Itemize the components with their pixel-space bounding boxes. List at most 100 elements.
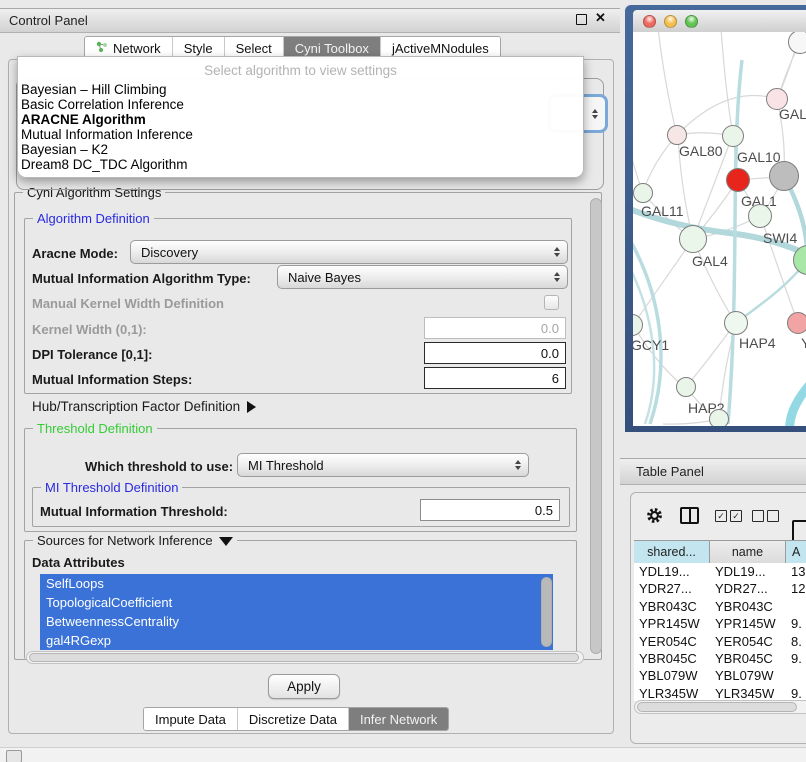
minimize-window-icon[interactable] xyxy=(664,15,677,28)
network-node[interactable] xyxy=(679,225,707,253)
algorithm-dropdown-prompt: Select algorithm to view settings xyxy=(18,57,583,78)
network-node[interactable] xyxy=(787,312,806,334)
network-node[interactable] xyxy=(709,409,729,426)
new-table-icon[interactable] xyxy=(792,520,806,542)
hub-transcription-factor-section[interactable]: Hub/Transcription Factor Definition xyxy=(32,399,256,414)
network-node[interactable] xyxy=(726,168,750,192)
mi-steps-label: Mutual Information Steps: xyxy=(32,372,192,387)
network-window[interactable]: GALGAL80GAL10GAL1GAL11SWI4GAL4GCY1HAP4YH… xyxy=(625,5,806,432)
network-node[interactable] xyxy=(667,125,687,145)
algorithm-option[interactable]: Bayesian – Hill Climbing xyxy=(18,82,583,97)
table-cell: YPR145W xyxy=(710,615,786,632)
network-window-titlebar[interactable] xyxy=(633,10,806,32)
algorithm-option[interactable]: Bayesian – K2 xyxy=(18,142,583,157)
data-attributes-label: Data Attributes xyxy=(32,555,125,570)
network-node-label: GCY1 xyxy=(633,337,669,353)
table-header: shared... name A xyxy=(634,540,806,564)
table-cell: 9. xyxy=(786,685,806,701)
collapsed-arrow-icon[interactable] xyxy=(247,401,256,413)
table-cell: YDR27... xyxy=(710,580,786,597)
table-row[interactable]: YDL19...YDL19...13 xyxy=(634,563,806,580)
combo-stepper-icon xyxy=(515,454,521,476)
dpi-tolerance-field[interactable]: 0.0 xyxy=(424,342,566,364)
table-cell: YDL19... xyxy=(710,563,786,580)
table-cell: YBL079W xyxy=(710,667,786,684)
table-cell: YER054C xyxy=(634,633,710,650)
table-row[interactable]: YDR27...YDR27...12 xyxy=(634,580,806,597)
table-row[interactable]: YPR145WYPR145W9. xyxy=(634,615,806,632)
columns-icon[interactable] xyxy=(680,507,699,524)
algorithm-option[interactable]: Dream8 DC_TDC Algorithm xyxy=(18,157,583,172)
deselect-all-checks-icon[interactable] xyxy=(752,510,779,522)
table-cell: 12 xyxy=(786,580,806,597)
attribute-item[interactable]: SelfLoops xyxy=(40,574,553,593)
network-node[interactable] xyxy=(724,311,748,335)
gear-icon[interactable] xyxy=(645,506,664,528)
table-horizontal-scrollbar[interactable] xyxy=(634,700,806,714)
tab-infer-network[interactable]: Infer Network xyxy=(349,708,448,730)
table-row[interactable]: YBL079WYBL079W xyxy=(634,667,806,684)
network-node-label: SWI4 xyxy=(763,230,797,246)
attribute-item[interactable]: TopologicalCoefficient xyxy=(40,593,553,612)
combo-stepper-icon xyxy=(554,241,560,263)
network-node[interactable] xyxy=(633,183,653,203)
column-header-name[interactable]: name xyxy=(710,541,786,563)
table-cell: 9. xyxy=(786,615,806,632)
aracne-mode-combobox[interactable]: Discovery xyxy=(130,240,568,264)
tab-discretize-data[interactable]: Discretize Data xyxy=(238,708,349,730)
table-row[interactable]: YER054CYER054C8. xyxy=(634,633,806,650)
attribute-item[interactable]: gal4RGexp xyxy=(40,631,553,650)
sources-horizontal-scrollbar[interactable] xyxy=(26,651,584,664)
network-node[interactable] xyxy=(769,161,799,191)
table-row[interactable]: YBR043CYBR043C xyxy=(634,598,806,615)
table-cell: 13 xyxy=(786,563,806,580)
table-cell: 8. xyxy=(786,633,806,650)
network-node-label: GAL4 xyxy=(692,253,728,269)
mi-steps-field[interactable]: 6 xyxy=(424,367,566,389)
algorithm-option[interactable]: Basic Correlation Inference xyxy=(18,97,583,112)
aracne-mode-label: Aracne Mode: xyxy=(32,246,118,261)
network-node-label: GAL xyxy=(779,106,806,122)
close-panel-icon[interactable]: ✕ xyxy=(595,13,606,23)
column-header-shared-name[interactable]: shared... xyxy=(634,541,710,563)
algorithm-option[interactable]: ARACNE Algorithm xyxy=(18,112,583,127)
float-panel-icon[interactable] xyxy=(576,14,587,25)
network-node[interactable] xyxy=(676,377,696,397)
tab-network-label: Network xyxy=(113,41,161,56)
close-window-icon[interactable] xyxy=(643,15,656,28)
attributes-list-scrollbar[interactable] xyxy=(541,577,552,647)
manual-kernel-width-checkbox[interactable] xyxy=(544,295,559,310)
sources-title[interactable]: Sources for Network Inference xyxy=(33,533,237,548)
table-panel-title: Table Panel xyxy=(620,464,704,479)
column-header-third[interactable]: A xyxy=(786,541,806,563)
zoom-window-icon[interactable] xyxy=(685,15,698,28)
table-cell: YDR27... xyxy=(634,580,710,597)
table-cell: YDL19... xyxy=(634,563,710,580)
mi-algorithm-type-label: Mutual Information Algorithm Type: xyxy=(32,271,251,286)
table-row[interactable]: YLR345WYLR345W9. xyxy=(634,685,806,701)
tab-impute-data[interactable]: Impute Data xyxy=(144,708,238,730)
manual-kernel-width-label: Manual Kernel Width Definition xyxy=(32,296,224,311)
which-threshold-combobox[interactable]: MI Threshold xyxy=(237,453,529,477)
data-attributes-list[interactable]: SelfLoopsTopologicalCoefficientBetweenne… xyxy=(40,574,553,650)
table-row[interactable]: YBR045CYBR045C9. xyxy=(634,650,806,667)
network-node[interactable] xyxy=(748,204,772,228)
kernel-width-field[interactable]: 0.0 xyxy=(424,317,566,339)
network-icon xyxy=(96,41,108,56)
apply-button[interactable]: Apply xyxy=(268,674,340,699)
mi-threshold-field[interactable]: 0.5 xyxy=(420,499,560,521)
attribute-item[interactable]: BetweennessCentrality xyxy=(40,612,553,631)
screen: Control Panel ✕ Network Style Select Cyn… xyxy=(0,0,806,762)
minimized-panel-icon[interactable] xyxy=(6,750,22,762)
expanded-arrow-icon[interactable] xyxy=(219,537,233,546)
table-rows: YDL19...YDL19...13YDR27...YDR27...12YBR0… xyxy=(634,563,806,701)
network-canvas[interactable]: GALGAL80GAL10GAL1GAL11SWI4GAL4GCY1HAP4YH… xyxy=(633,32,806,426)
settings-vertical-scrollbar[interactable] xyxy=(590,198,602,654)
mi-algorithm-type-combobox[interactable]: Naive Bayes xyxy=(277,265,568,289)
algorithm-option[interactable]: Mutual Information Inference xyxy=(18,127,583,142)
table-cell: YLR345W xyxy=(710,685,786,701)
network-node[interactable] xyxy=(722,125,744,147)
algorithm-dropdown-list: Bayesian – Hill ClimbingBasic Correlatio… xyxy=(18,78,583,172)
select-all-checks-icon[interactable]: ✓✓ xyxy=(715,510,742,522)
network-node-label: GAL11 xyxy=(641,203,684,219)
